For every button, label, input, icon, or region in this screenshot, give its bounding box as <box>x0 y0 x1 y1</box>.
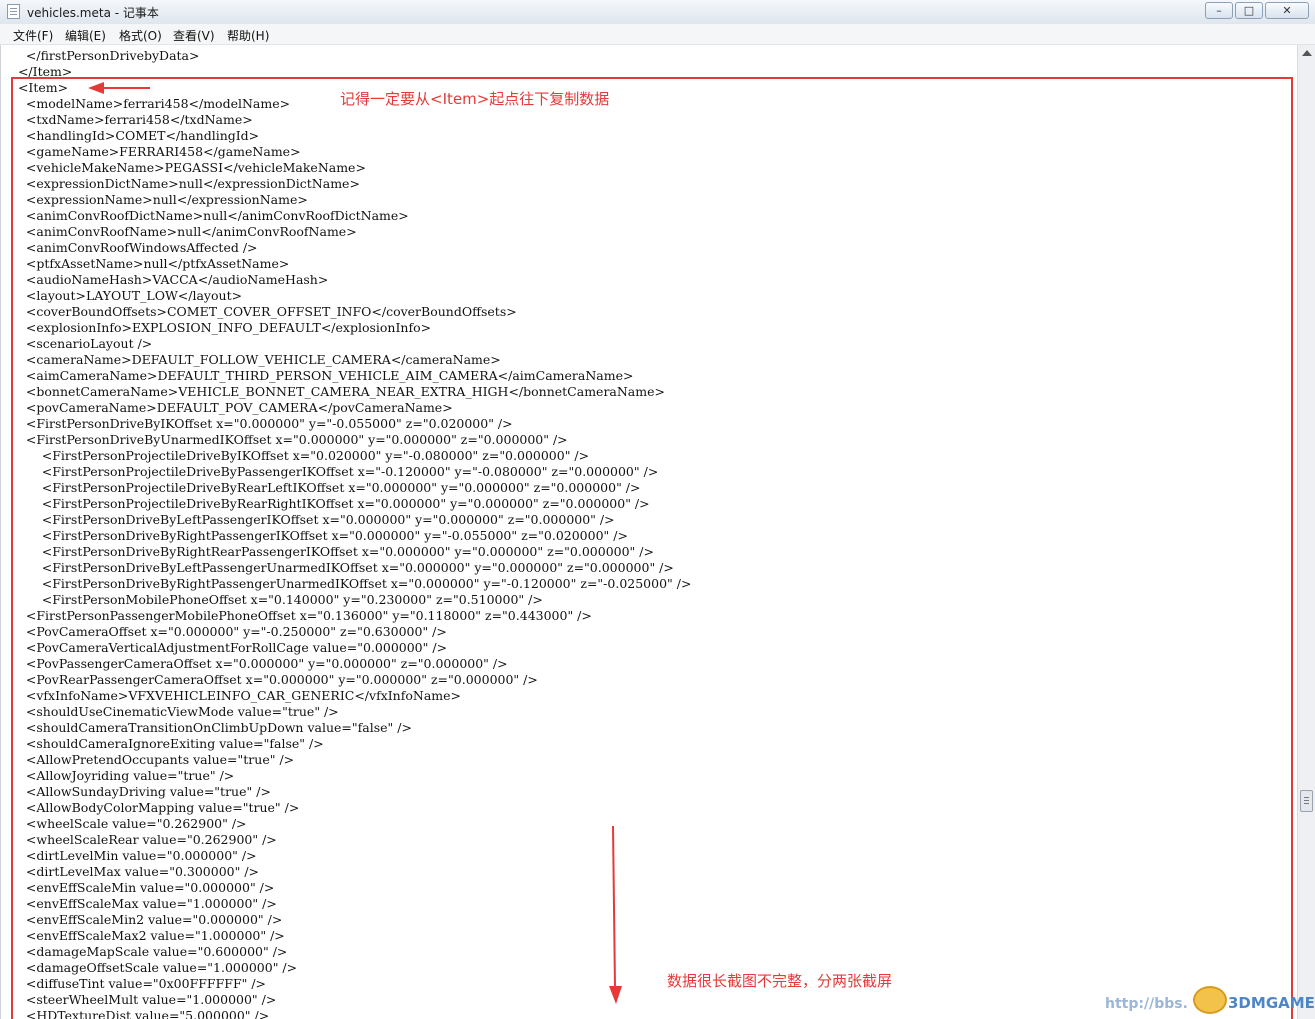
menu-edit[interactable]: 编辑(E) <box>65 27 106 44</box>
menu-help[interactable]: 帮助(H) <box>227 27 269 44</box>
code-line: </firstPersonDrivebyData> <box>10 48 200 63</box>
scroll-up-icon[interactable] <box>1302 50 1312 56</box>
maximize-button[interactable]: □ <box>1235 2 1263 19</box>
close-button[interactable]: ✕ <box>1265 2 1309 19</box>
menu-view[interactable]: 查看(V) <box>173 27 215 44</box>
copy-region-highlight <box>11 77 1293 1019</box>
menu-file[interactable]: 文件(F) <box>13 27 53 44</box>
menu-format[interactable]: 格式(O) <box>119 27 162 44</box>
notepad-icon <box>7 4 20 19</box>
window-controls: – □ ✕ <box>1205 2 1309 19</box>
minimize-button[interactable]: – <box>1205 2 1233 19</box>
watermark-url: http://bbs. <box>1105 996 1188 1012</box>
scroll-thumb[interactable] <box>1300 790 1313 812</box>
menu-bar: 文件(F) 编辑(E) 格式(O) 查看(V) 帮助(H) <box>0 24 1315 45</box>
watermark-logo: 3DMGAME <box>1228 994 1315 1012</box>
mascot-icon <box>1193 986 1227 1014</box>
title-bar: vehicles.meta - 记事本 – □ ✕ <box>0 0 1315 25</box>
annotation-copy-from-item: 记得一定要从<Item>起点往下复制数据 <box>340 90 610 108</box>
window-title: vehicles.meta - 记事本 <box>27 6 159 20</box>
watermark: http://bbs. 3DMGAME <box>1105 986 1315 1019</box>
vertical-scrollbar[interactable] <box>1297 45 1315 1019</box>
annotation-two-screenshots: 数据很长截图不完整，分两张截屏 <box>667 972 893 990</box>
